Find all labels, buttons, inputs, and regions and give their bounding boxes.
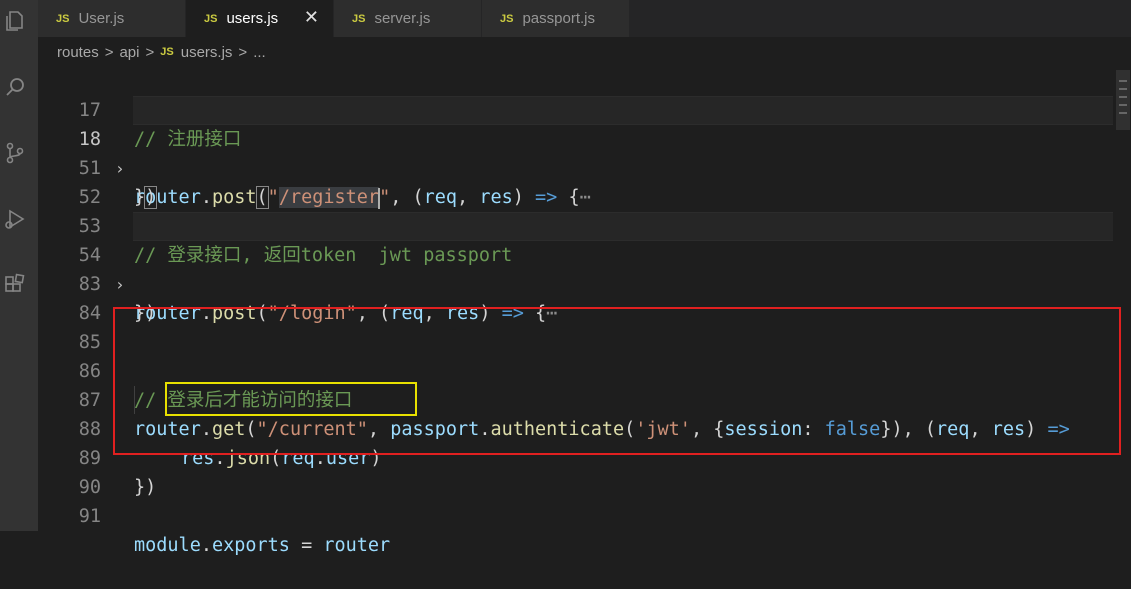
minimap-line: [1119, 96, 1127, 98]
chevron-right-icon: >: [145, 43, 155, 61]
code-line[interactable]: 83 }): [38, 241, 1131, 324]
minimap-slider[interactable]: [1116, 70, 1130, 130]
token-router: router: [323, 535, 391, 556]
tab-label: users.js: [226, 10, 279, 27]
tab-label: passport.js: [522, 10, 596, 27]
tab-users-js[interactable]: JS users.js ✕: [186, 0, 334, 37]
activity-bar: [0, 0, 38, 531]
js-file-icon: JS: [352, 12, 366, 25]
tab-user-js[interactable]: JS User.js: [38, 0, 186, 37]
breadcrumb-item-file[interactable]: users.js: [181, 44, 233, 61]
code-line-current[interactable]: 18 › router.post("/register", (req, res)…: [38, 96, 1131, 209]
js-file-icon: JS: [56, 12, 70, 25]
minimap-line: [1119, 88, 1127, 90]
code-line[interactable]: 54 › router.post("/login", (req, res) =>…: [38, 212, 1131, 324]
code-editor[interactable]: 17 // 注册接口 18 › router.post("/register",…: [38, 67, 1131, 556]
code-line[interactable]: 91 module.exports = router: [38, 473, 1131, 556]
source-control-icon[interactable]: [0, 136, 30, 170]
extensions-icon[interactable]: [0, 268, 30, 302]
code-line[interactable]: 51 }): [38, 125, 1131, 209]
line-number: 91: [78, 506, 101, 527]
annotation-red-box: [113, 307, 1121, 455]
tab-label: server.js: [374, 10, 431, 27]
chevron-right-icon: >: [238, 43, 248, 61]
code-line[interactable]: 53 // 登录接口, 返回token jwt passport: [38, 183, 1131, 266]
minimap-line: [1119, 80, 1127, 82]
token-assign: =: [289, 535, 324, 556]
token-module: module: [134, 535, 201, 556]
js-file-icon: JS: [500, 12, 514, 25]
close-icon[interactable]: ✕: [304, 7, 319, 28]
minimap-line: [1119, 112, 1127, 114]
tab-label: User.js: [78, 10, 125, 27]
breadcrumb-item-routes[interactable]: routes: [57, 44, 99, 61]
tab-passport-js[interactable]: JS passport.js: [482, 0, 630, 37]
minimap[interactable]: [1113, 67, 1131, 531]
search-icon[interactable]: [0, 70, 30, 104]
editor-tab-bar: JS User.js JS users.js ✕ JS server.js JS…: [38, 0, 1131, 37]
annotation-yellow-box: [165, 382, 417, 416]
run-debug-icon[interactable]: [0, 202, 30, 236]
tab-server-js[interactable]: JS server.js: [334, 0, 482, 37]
token-exports: exports: [211, 535, 290, 556]
line-code: module.exports = router: [134, 531, 390, 560]
code-line[interactable]: 52: [38, 154, 1131, 208]
breadcrumb-item-api[interactable]: api: [119, 44, 139, 61]
code-line[interactable]: 17 // 注册接口: [38, 67, 1131, 150]
code-line[interactable]: 84: [38, 270, 1131, 324]
js-file-icon: JS: [204, 12, 218, 25]
js-file-icon: JS: [160, 46, 174, 58]
chevron-right-icon: >: [104, 43, 114, 61]
breadcrumb: routes > api > JS users.js > ...: [38, 37, 1131, 67]
breadcrumb-item-symbol[interactable]: ...: [253, 44, 266, 61]
token-dot: .: [200, 535, 212, 556]
minimap-line: [1119, 104, 1127, 106]
files-icon[interactable]: [0, 4, 30, 38]
